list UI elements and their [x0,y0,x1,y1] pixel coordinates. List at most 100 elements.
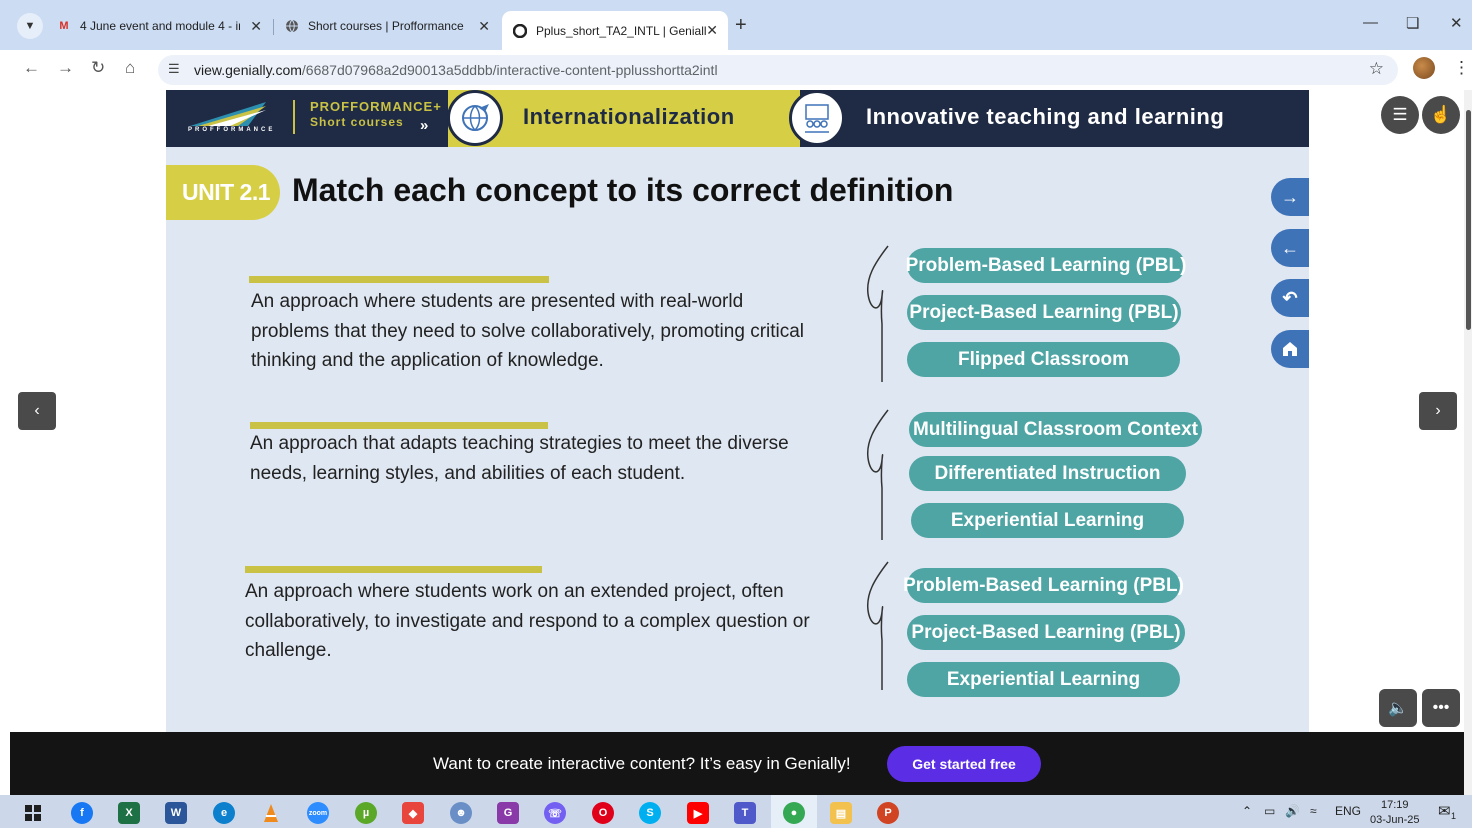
new-tab-button[interactable]: + [735,14,747,37]
tab-gmail[interactable]: M 4 June event and module 4 - iri ✕ [46,11,272,41]
get-started-button[interactable]: Get started free [887,746,1041,782]
reload-icon[interactable]: ↻ [91,58,105,78]
home-slide-button[interactable] [1271,330,1309,368]
promo-text: Want to create interactive content? It’s… [433,754,851,773]
globe-plane-icon [447,90,503,146]
prev-page-button[interactable]: ‹ [18,392,56,430]
page-title: Match each concept to its correct defini… [292,172,954,208]
browser-tab-bar: ▼ M 4 June event and module 4 - iri ✕ Sh… [0,0,1472,50]
option-3-3[interactable]: Experiential Learning [907,662,1180,697]
system-clock[interactable]: 17:19 03-Jun-25 [1370,798,1420,828]
powerpoint-icon[interactable]: P [877,802,899,824]
arrow-right-icon: → [1281,186,1299,207]
more-options-button[interactable]: ••• [1422,689,1460,727]
brand-arrow: » [420,117,429,134]
battery-icon[interactable]: ▭ [1264,804,1275,818]
excel-icon[interactable]: X [118,802,140,824]
utorrent-icon[interactable]: µ [355,802,377,824]
notification-icon[interactable]: ✉ [1438,802,1451,820]
question-1-accent-bar [249,276,549,283]
wifi-icon[interactable]: ≈ [1310,804,1317,818]
user-app-icon[interactable]: ☻ [450,802,472,824]
tab-title: Pplus_short_TA2_INTL | Genially [536,23,706,38]
home-icon [1283,342,1297,356]
chrome-icon[interactable]: ● [783,802,805,824]
tab-genially[interactable]: Pplus_short_TA2_INTL | Genially ✕ [502,11,728,50]
close-tab-icon[interactable]: ✕ [250,18,262,35]
language-indicator[interactable]: ENG [1335,804,1361,818]
brand-line-1: PROFFORMANCE+ [310,99,442,114]
pdf-app-icon[interactable]: G [497,802,519,824]
opera-icon[interactable]: O [592,802,614,824]
touch-mode-button[interactable]: ☝ [1422,96,1460,134]
previous-slide-button[interactable]: ← [1271,229,1309,267]
tab-search-button[interactable]: ▼ [17,13,43,39]
genially-icon [512,23,528,39]
edge-icon[interactable]: e [213,802,235,824]
teams-icon[interactable]: T [734,802,756,824]
course-banner: PROFFORMANCE PROFFORMANCE+ Short courses… [166,90,1309,147]
genially-slide: PROFFORMANCE PROFFORMANCE+ Short courses… [166,90,1309,732]
youtube-icon[interactable]: ▶ [687,802,709,824]
url-text[interactable]: view.genially.com/6687d07968a2d90013a5dd… [194,62,718,78]
forward-icon[interactable]: → [57,58,74,78]
index-list-button[interactable]: ☰ [1381,96,1419,134]
option-1-3[interactable]: Flipped Classroom [907,342,1180,377]
chevron-left-icon: ‹ [34,402,40,419]
scrollbar-thumb[interactable] [1466,110,1471,330]
restore-icon[interactable]: ❏ [1406,14,1419,32]
clock-time: 17:19 [1381,799,1409,811]
option-3-1[interactable]: Problem-Based Learning (PBL) [903,568,1184,603]
close-tab-icon[interactable]: ✕ [706,22,718,39]
file-explorer-icon[interactable]: ▤ [830,802,852,824]
option-1-2[interactable]: Project-Based Learning (PBL) [907,295,1181,330]
option-2-2[interactable]: Differentiated Instruction [909,456,1186,491]
topic-innovative-teaching: Innovative teaching and learning [866,104,1225,129]
option-1-1[interactable]: Problem-Based Learning (PBL) [906,248,1186,283]
tray-overflow-icon[interactable]: ⌃ [1242,804,1252,818]
viber-icon[interactable]: ☏ [544,802,566,824]
question-2-accent-bar [250,422,548,429]
zoom-icon[interactable]: zoom [307,802,329,824]
vlc-icon[interactable] [260,802,282,824]
next-slide-button[interactable]: → [1271,178,1309,216]
close-tab-icon[interactable]: ✕ [478,18,490,35]
volume-icon[interactable]: 🔊 [1285,804,1300,818]
back-icon[interactable]: ← [23,58,40,78]
close-window-icon[interactable]: ✕ [1450,14,1463,32]
bracket-2-icon [866,409,889,540]
page-scrollbar[interactable] [1464,90,1472,795]
skype-icon[interactable]: S [639,802,661,824]
home-icon[interactable]: ⌂ [125,58,135,78]
option-2-1[interactable]: Multilingual Classroom Context [909,412,1202,447]
question-2-definition: An approach that adapts teaching strateg… [250,433,789,484]
tab-profformance[interactable]: Short courses | Profformance ✕ [274,11,500,41]
profile-avatar[interactable] [1413,57,1435,79]
tab-title: Short courses | Profformance [308,19,464,33]
question-3-definition: An approach where students work on an ex… [245,581,810,661]
anydesk-icon[interactable]: ◆ [402,802,424,824]
url-host: view.genially.com [194,62,302,78]
notification-count: 1 [1451,811,1457,821]
option-2-3[interactable]: Experiential Learning [911,503,1184,538]
question-1-definition: An approach where students are presented… [251,291,805,371]
option-3-2[interactable]: Project-Based Learning (PBL) [907,615,1185,650]
browser-menu-icon[interactable]: ⋮ [1453,58,1470,78]
omnibox[interactable]: ☰ view.genially.com/6687d07968a2d90013a5… [158,55,1398,85]
undo-icon: ↶ [1282,287,1298,308]
undo-button[interactable]: ↶ [1271,279,1309,317]
facebook-icon[interactable]: f [71,802,93,824]
audio-button[interactable]: 🔈 [1379,689,1417,727]
minimize-icon[interactable]: — [1363,14,1378,31]
banner-divider [293,100,295,134]
classroom-icon [789,90,845,146]
tab-title: 4 June event and module 4 - iri [80,19,240,33]
arrow-left-icon: ← [1281,237,1299,258]
gmail-icon: M [59,20,69,32]
windows-start-icon[interactable] [22,802,44,824]
bookmark-star-icon[interactable]: ☆ [1369,59,1384,79]
next-page-button[interactable]: › [1419,392,1457,430]
clock-date: 03-Jun-25 [1370,814,1420,826]
word-icon[interactable]: W [165,802,187,824]
site-settings-icon[interactable]: ☰ [168,61,180,77]
